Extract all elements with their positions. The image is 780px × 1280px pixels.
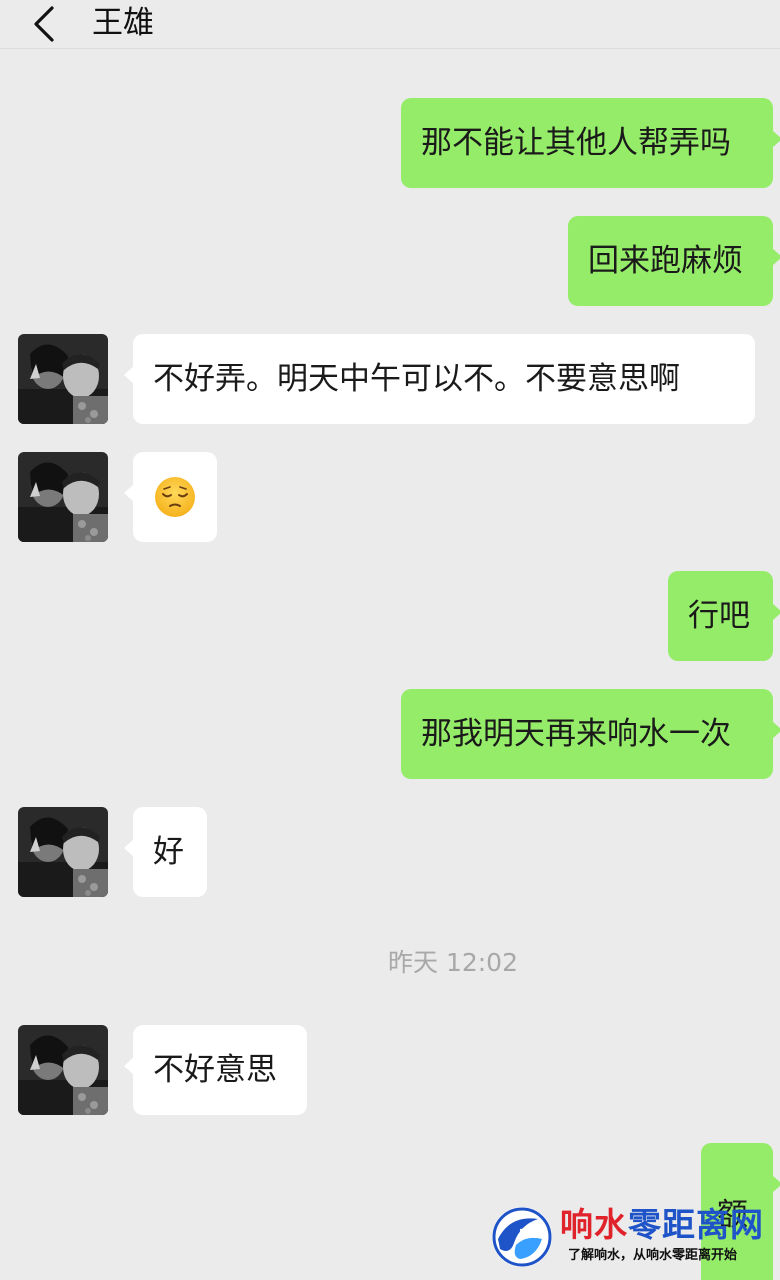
message-text: 那不能让其他人帮弄吗 (421, 125, 731, 161)
chevron-left-icon (34, 6, 54, 42)
message-bubble-sent[interactable]: 那不能让其他人帮弄吗 (401, 98, 780, 188)
contact-avatar[interactable] (18, 1025, 108, 1115)
message-text: 不好弄。明天中午可以不。不要意思啊 (153, 361, 680, 397)
message-text: 那我明天再来响水一次 (421, 716, 731, 752)
message-timestamp: 昨天 12:02 (388, 948, 518, 977)
chat-header: 王雄 (0, 0, 780, 48)
contact-name: 王雄 (92, 5, 154, 41)
chat-screen: 王雄 那不能让其他人帮弄吗 回来跑麻烦 不好弄。明天中午可以不。不要意思啊 行吧… (0, 0, 780, 1280)
avatar-photo (18, 807, 108, 897)
avatar-photo (18, 452, 108, 542)
site-logo-icon (492, 1207, 552, 1267)
back-button[interactable] (20, 4, 64, 44)
message-text: 好 (153, 834, 184, 870)
avatar-photo (18, 1025, 108, 1115)
message-bubble-sent[interactable]: 那我明天再来响水一次 (401, 689, 780, 779)
message-bubble-sent[interactable]: 回来跑麻烦 (568, 216, 780, 306)
pensive-face-emoji (155, 477, 195, 517)
header-divider (0, 48, 780, 49)
contact-avatar[interactable] (18, 334, 108, 424)
contact-avatar[interactable] (18, 807, 108, 897)
message-bubble-sent[interactable]: 行吧 (668, 571, 780, 661)
message-text: 回来跑麻烦 (588, 243, 743, 279)
message-text: 不好意思 (153, 1052, 277, 1088)
avatar-photo (18, 334, 108, 424)
site-title-blue: 零距离网 (628, 1205, 764, 1244)
message-bubble-received[interactable] (124, 452, 217, 542)
message-bubble-received[interactable]: 不好意思 (124, 1025, 307, 1115)
contact-avatar[interactable] (18, 452, 108, 542)
message-text: 行吧 (688, 598, 750, 634)
site-title: 响水零距离网 (560, 1205, 764, 1245)
site-title-red: 响水 (560, 1205, 628, 1244)
site-watermark: 响水零距离网 了解响水，从响水零距离开始 (490, 1205, 780, 1280)
site-slogan: 了解响水，从响水零距离开始 (568, 1248, 738, 1263)
message-bubble-received[interactable]: 好 (124, 807, 207, 897)
message-bubble-received[interactable]: 不好弄。明天中午可以不。不要意思啊 (124, 334, 755, 424)
